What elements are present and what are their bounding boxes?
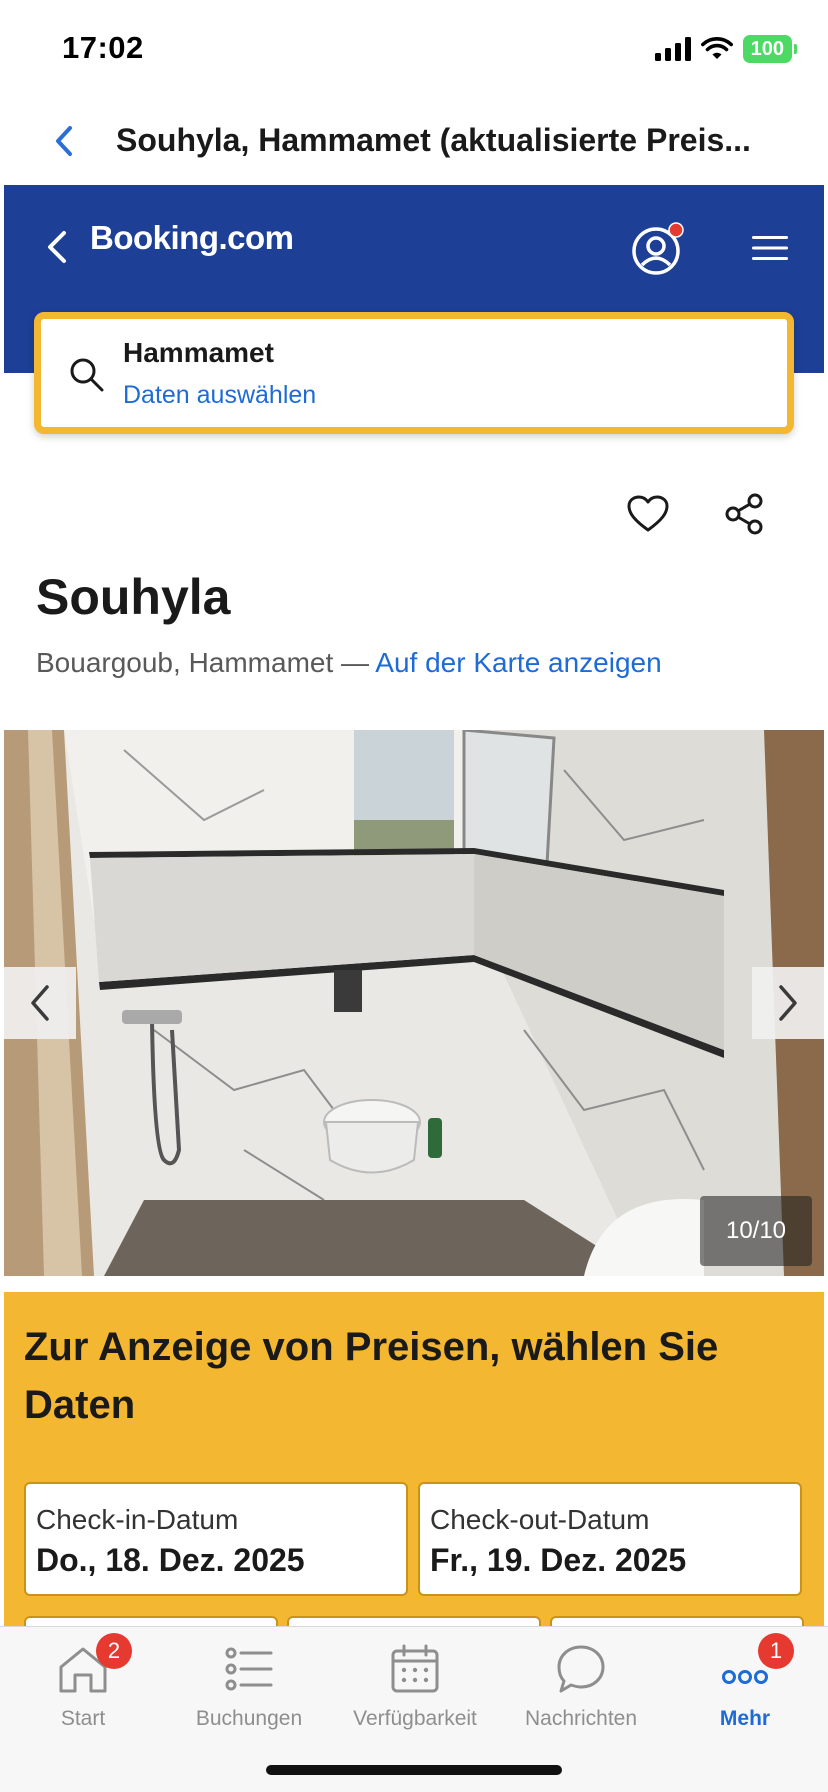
checkout-date-field[interactable]: Check-out-Datum Fr., 19. Dez. 2025 xyxy=(418,1482,802,1596)
wifi-icon xyxy=(700,37,733,59)
cellular-signal-icon xyxy=(654,37,691,61)
checkin-date-field[interactable]: Check-in-Datum Do., 18. Dez. 2025 xyxy=(24,1482,408,1596)
webview-title: Souhyla, Hammamet (aktualisierte Preis..… xyxy=(116,122,751,158)
search-destination: Hammamet xyxy=(123,337,274,368)
webview-header: Souhyla, Hammamet (aktualisierte Preis..… xyxy=(0,100,828,185)
gallery-next-button[interactable] xyxy=(752,967,824,1039)
chevron-left-icon xyxy=(31,985,49,1021)
mehr-badge: 1 xyxy=(758,1633,794,1669)
tab-label: Start xyxy=(60,1707,106,1730)
property-name: Souhyla xyxy=(36,569,231,625)
chat-bubble-icon xyxy=(557,1645,605,1693)
heart-icon[interactable] xyxy=(626,494,670,534)
battery-icon: 100 xyxy=(742,35,798,63)
tab-buchungen[interactable]: Buchungen xyxy=(166,1627,332,1747)
tab-verfuegbarkeit[interactable]: Verfügbarkeit xyxy=(332,1627,498,1747)
photo-counter: 10/10 xyxy=(700,1196,812,1266)
tab-nachrichten[interactable]: Nachrichten xyxy=(498,1627,664,1747)
show-on-map-link[interactable]: Auf der Karte anzeigen xyxy=(375,647,661,678)
tab-mehr[interactable]: 1 Mehr xyxy=(662,1627,828,1747)
tab-label: Buchungen xyxy=(195,1707,303,1730)
bathroom-photo xyxy=(4,730,824,1276)
search-box[interactable]: Hammamet Daten auswählen xyxy=(34,312,794,434)
checkout-value: Fr., 19. Dez. 2025 xyxy=(430,1542,687,1578)
account-icon[interactable] xyxy=(630,221,686,277)
tab-bar: 2 Start Buchungen Verfügbarkeit Nachrich… xyxy=(0,1626,828,1792)
share-icon[interactable] xyxy=(724,492,764,536)
status-time: 17:02 xyxy=(62,30,144,65)
property-location-text: Bouargoub, Hammamet — xyxy=(36,647,376,678)
chevron-right-icon xyxy=(779,985,797,1021)
tab-label: Mehr xyxy=(719,1707,771,1730)
date-prompt: Zur Anzeige von Preisen, wählen Sie Date… xyxy=(24,1325,719,1427)
booking-logo[interactable]: Booking.com xyxy=(90,219,294,257)
checkin-label: Check-in-Datum xyxy=(36,1504,239,1535)
list-icon xyxy=(225,1647,273,1691)
tab-start[interactable]: 2 Start xyxy=(0,1627,166,1747)
search-icon xyxy=(70,358,104,392)
date-selection-panel: Zur Anzeige von Preisen, wählen Sie Date… xyxy=(4,1292,824,1632)
start-badge: 2 xyxy=(96,1633,132,1669)
calendar-icon xyxy=(391,1644,439,1693)
home-indicator[interactable] xyxy=(266,1765,562,1775)
gallery-prev-button[interactable] xyxy=(4,967,76,1039)
status-bar: 17:02 100 xyxy=(0,0,828,100)
search-dates-prompt[interactable]: Daten auswählen xyxy=(123,381,316,410)
checkin-value: Do., 18. Dez. 2025 xyxy=(36,1542,305,1578)
back-chevron-icon[interactable] xyxy=(50,120,80,162)
tab-label: Nachrichten xyxy=(524,1707,638,1730)
back-arrow-icon[interactable] xyxy=(44,225,72,269)
hamburger-menu-icon[interactable] xyxy=(750,233,790,263)
property-location: Bouargoub, Hammamet — Auf der Karte anze… xyxy=(36,647,662,679)
photo-gallery[interactable]: 10/10 xyxy=(4,730,824,1276)
tab-label: Verfügbarkeit xyxy=(353,1707,477,1730)
checkout-label: Check-out-Datum xyxy=(430,1504,650,1535)
status-icons: 100 xyxy=(654,34,798,64)
